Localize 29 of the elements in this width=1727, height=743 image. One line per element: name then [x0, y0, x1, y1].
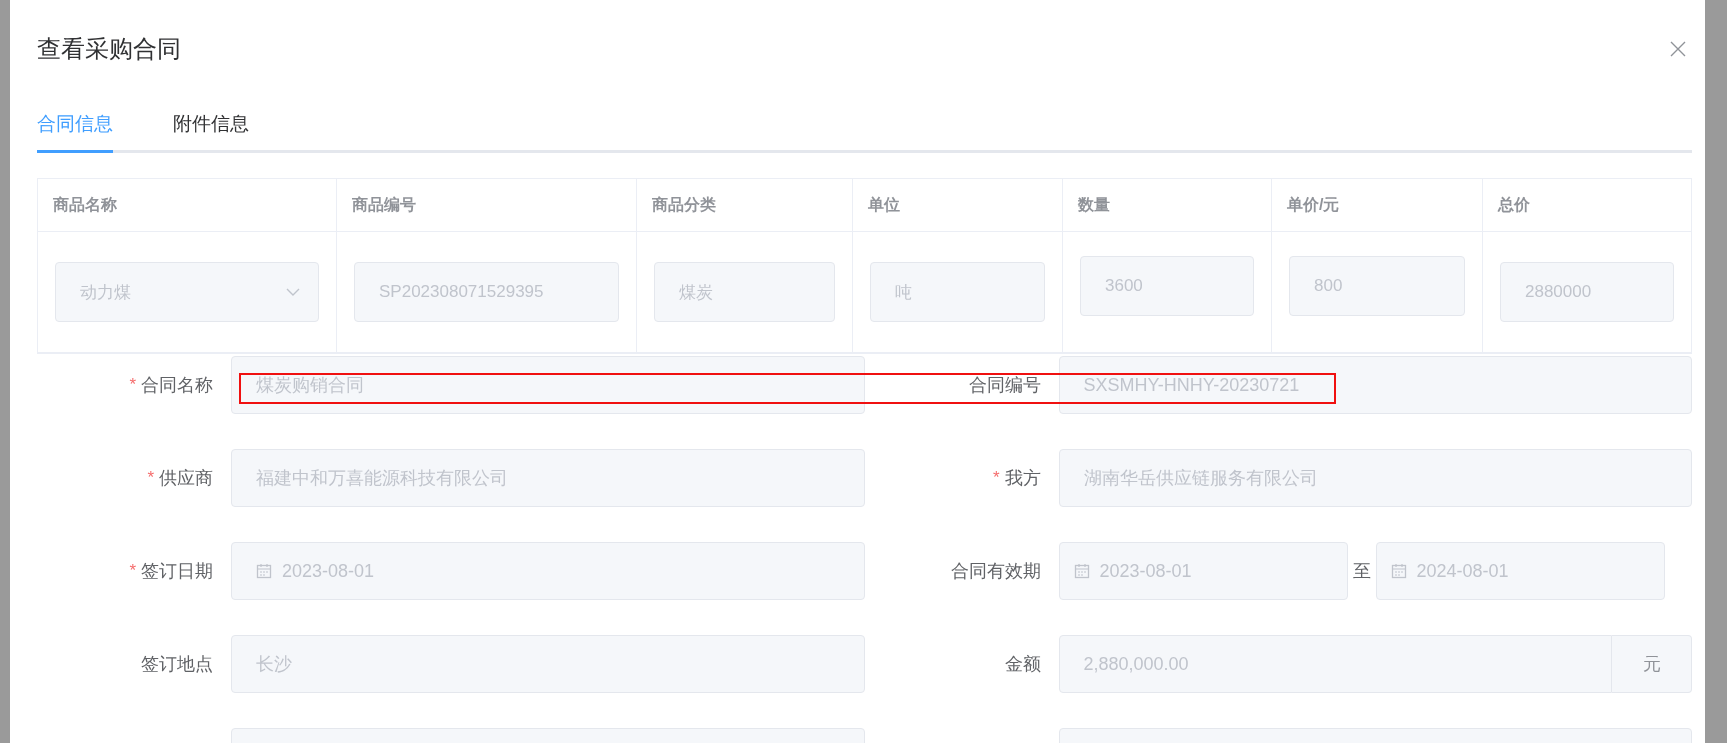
close-icon[interactable]: [1670, 41, 1686, 57]
required-mark: *: [129, 561, 136, 581]
range-separator: 至: [1351, 560, 1372, 583]
column-header: 商品名称: [38, 179, 337, 232]
tab[interactable]: 附件信息: [173, 98, 249, 153]
column-header: 单位: [853, 179, 1063, 232]
field-label: 金额: [1004, 653, 1041, 676]
calendar-icon: [1073, 563, 1090, 579]
field-label: 签订日期: [141, 560, 213, 583]
required-mark: *: [147, 468, 154, 488]
field-label: 合同编号: [968, 374, 1041, 397]
calendar-icon: [256, 563, 272, 579]
column-header: 总价: [1483, 179, 1691, 232]
tab[interactable]: 合同信息: [37, 98, 113, 153]
calendar-icon: [1390, 563, 1407, 579]
field-label: 签订地点: [141, 653, 213, 676]
field-label: 我方: [1004, 467, 1041, 490]
column-header: 商品分类: [637, 179, 853, 232]
field-label: 供应商: [159, 467, 213, 490]
field-label: 合同名称: [141, 374, 213, 397]
field-label: 合同有效期: [950, 560, 1041, 583]
column-header: 单价/元: [1272, 179, 1483, 232]
required-mark: *: [129, 375, 136, 395]
required-mark: *: [992, 468, 1000, 488]
column-header: 数量: [1063, 179, 1272, 232]
dialog-title: 查看采购合同: [37, 34, 181, 64]
unit-suffix: 元: [1612, 635, 1692, 693]
column-header: 商品编号: [337, 179, 637, 232]
chevron-down-icon: [286, 288, 300, 296]
